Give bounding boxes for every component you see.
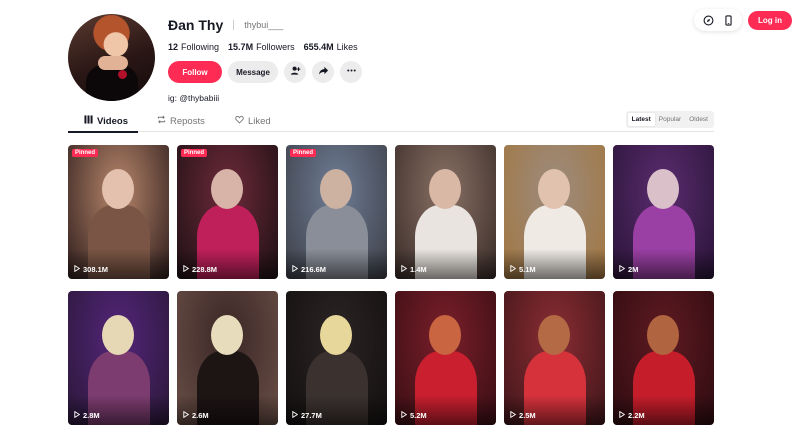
share-icon <box>318 63 329 81</box>
video-thumbnail-face <box>211 169 243 209</box>
grid-icon <box>84 115 93 127</box>
profile-stats: 12 Following 15.7M Followers 655.4M Likes <box>168 42 362 52</box>
add-person-icon <box>290 63 301 81</box>
phone-icon[interactable] <box>720 12 736 28</box>
pinned-badge: Pinned <box>72 149 99 157</box>
divider <box>233 20 235 30</box>
sort-oldest[interactable]: Oldest <box>685 113 712 126</box>
video-thumbnail-face <box>102 169 134 209</box>
more-options-button[interactable] <box>340 61 362 83</box>
compass-icon[interactable] <box>700 12 716 28</box>
tab-videos[interactable]: Videos <box>84 115 128 127</box>
view-count: 2.5M <box>510 410 536 420</box>
view-count: 5.1M <box>510 264 536 274</box>
repost-icon <box>157 115 166 127</box>
play-icon <box>74 264 81 274</box>
view-count: 216.6M <box>292 264 326 274</box>
video-thumbnail-face <box>320 315 352 355</box>
sort-latest[interactable]: Latest <box>627 113 655 126</box>
video-thumbnail-face <box>538 169 570 209</box>
video-thumbnail-face <box>429 169 461 209</box>
profile-actions: Follow Message <box>168 61 362 83</box>
view-count: 308.1M <box>74 264 108 274</box>
video-card[interactable]: 5.1M <box>504 145 605 279</box>
video-card[interactable]: 2.6M <box>177 291 278 425</box>
profile-header <box>68 14 155 101</box>
play-icon <box>401 410 408 420</box>
tab-reposts[interactable]: Reposts <box>157 115 205 127</box>
video-card[interactable]: Pinned 308.1M <box>68 145 169 279</box>
play-icon <box>183 264 190 274</box>
play-icon <box>292 410 299 420</box>
video-card[interactable]: Pinned 216.6M <box>286 145 387 279</box>
video-card[interactable]: 2.2M <box>613 291 714 425</box>
video-card[interactable]: 2.5M <box>504 291 605 425</box>
video-card[interactable]: Pinned 228.8M <box>177 145 278 279</box>
login-button[interactable]: Log in <box>748 10 792 30</box>
view-count: 5.2M <box>401 410 427 420</box>
sort-toggle: Latest Popular Oldest <box>625 111 714 128</box>
video-card[interactable]: 5.2M <box>395 291 496 425</box>
view-count: 2.8M <box>74 410 100 420</box>
view-count: 27.7M <box>292 410 322 420</box>
follow-button[interactable]: Follow <box>168 61 222 83</box>
share-button[interactable] <box>312 61 334 83</box>
play-icon <box>74 410 81 420</box>
view-count: 2.2M <box>619 410 645 420</box>
play-icon <box>619 410 626 420</box>
heart-icon <box>235 115 244 127</box>
video-thumbnail-face <box>647 315 679 355</box>
following-stat[interactable]: 12 Following <box>168 42 219 52</box>
top-bar: Log in <box>694 9 792 31</box>
suggest-accounts-button[interactable] <box>284 61 306 83</box>
followers-stat[interactable]: 15.7M Followers <box>228 42 295 52</box>
pinned-badge: Pinned <box>290 149 317 157</box>
video-card[interactable]: 27.7M <box>286 291 387 425</box>
sort-popular[interactable]: Popular <box>655 113 685 126</box>
active-tab-indicator <box>68 131 138 133</box>
username: thybui___ <box>244 20 284 30</box>
video-thumbnail-face <box>538 315 570 355</box>
play-icon <box>183 410 190 420</box>
message-button[interactable]: Message <box>228 61 278 83</box>
more-icon <box>346 63 357 81</box>
view-count: 228.8M <box>183 264 217 274</box>
play-icon <box>401 264 408 274</box>
view-count: 2M <box>619 264 638 274</box>
profile-tabs: Videos Reposts Liked Latest Popular Olde… <box>68 111 714 133</box>
tab-liked[interactable]: Liked <box>235 115 271 127</box>
header-icon-group <box>694 9 742 31</box>
likes-stat: 655.4M Likes <box>303 42 358 52</box>
profile-info: Đan Thy thybui___ 12 Following 15.7M Follo… <box>168 17 362 103</box>
video-grid: Pinned 308.1M Pinned 228.8M Pinned 216.6M 1.4M… <box>68 145 714 425</box>
video-card[interactable]: 2.8M <box>68 291 169 425</box>
video-thumbnail-face <box>211 315 243 355</box>
video-thumbnail-face <box>102 315 134 355</box>
avatar[interactable] <box>68 14 155 101</box>
video-thumbnail-face <box>429 315 461 355</box>
view-count: 1.4M <box>401 264 427 274</box>
play-icon <box>510 264 517 274</box>
play-icon <box>292 264 299 274</box>
video-card[interactable]: 2M <box>613 145 714 279</box>
pinned-badge: Pinned <box>181 149 208 157</box>
profile-bio: ig: @thybabiii <box>168 93 220 103</box>
video-thumbnail-face <box>320 169 352 209</box>
video-thumbnail-face <box>647 169 679 209</box>
display-name: Đan Thy <box>168 17 224 33</box>
play-icon <box>619 264 626 274</box>
video-card[interactable]: 1.4M <box>395 145 496 279</box>
view-count: 2.6M <box>183 410 209 420</box>
play-icon <box>510 410 517 420</box>
